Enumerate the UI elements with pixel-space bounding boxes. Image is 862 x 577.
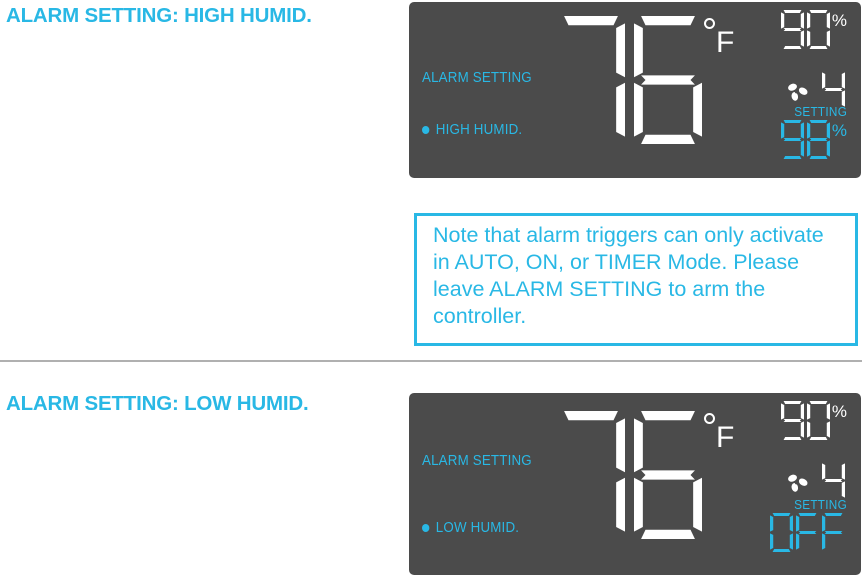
seg-digit bbox=[822, 70, 845, 109]
degree-symbol-icon bbox=[704, 18, 715, 29]
temperature-readout bbox=[557, 411, 702, 539]
setting-value-row: % bbox=[780, 120, 847, 164]
setting-value-digits bbox=[770, 513, 845, 557]
humidity-readout: % bbox=[780, 10, 847, 54]
section-divider bbox=[0, 360, 862, 362]
condition-label: HIGH HUMID. bbox=[435, 122, 523, 138]
bullet-dot-icon bbox=[422, 126, 430, 134]
bullet-dot-icon bbox=[422, 524, 430, 532]
page-root: ALARM SETTING: HIGH HUMID. ALARM SETTING… bbox=[0, 0, 862, 577]
seg-digit bbox=[806, 10, 830, 49]
seg-digit bbox=[780, 120, 804, 159]
lcd-display-high-humid: ALARM SETTING HIGH HUMID. F % SETTING % bbox=[409, 2, 861, 178]
temperature-readout bbox=[557, 16, 702, 144]
condition-indicator: HIGH HUMID. bbox=[422, 122, 522, 138]
setting-percent-sign: % bbox=[831, 121, 847, 140]
lcd-left-labels: ALARM SETTING LOW HUMID. bbox=[422, 393, 552, 575]
lcd-left-labels: ALARM SETTING HIGH HUMID. bbox=[422, 2, 552, 178]
alarm-setting-label: ALARM SETTING bbox=[422, 70, 532, 86]
seg-digit bbox=[557, 411, 625, 539]
humidity-readout: % bbox=[780, 401, 847, 445]
seg-digit bbox=[822, 513, 845, 552]
seg-digit bbox=[634, 411, 702, 539]
setting-readout: SETTING % bbox=[780, 105, 847, 164]
alarm-setting-label: ALARM SETTING bbox=[422, 453, 532, 469]
note-callout: Note that alarm triggers can only activa… bbox=[414, 213, 858, 346]
setting-caption: SETTING bbox=[794, 498, 847, 512]
setting-value-digits bbox=[780, 120, 830, 164]
seg-digit bbox=[557, 16, 625, 144]
seg-digit bbox=[780, 10, 804, 49]
seg-digit bbox=[634, 16, 702, 144]
seg-digit bbox=[796, 513, 819, 552]
temperature-digits bbox=[557, 411, 702, 539]
seg-digit bbox=[822, 461, 845, 500]
condition-label: LOW HUMID. bbox=[435, 520, 520, 536]
temperature-unit: F bbox=[704, 18, 750, 66]
humidity-percent-sign: % bbox=[831, 402, 847, 421]
humidity-digits bbox=[780, 401, 830, 445]
section-heading-high-humid: ALARM SETTING: HIGH HUMID. bbox=[6, 4, 312, 27]
seg-digit bbox=[806, 401, 830, 440]
condition-indicator: LOW HUMID. bbox=[422, 520, 519, 536]
fahrenheit-letter: F bbox=[716, 421, 735, 454]
fahrenheit-letter: F bbox=[716, 26, 735, 59]
section-heading-low-humid: ALARM SETTING: LOW HUMID. bbox=[6, 392, 309, 415]
temperature-digits bbox=[557, 16, 702, 144]
seg-digit bbox=[770, 513, 793, 552]
humidity-percent-sign: % bbox=[831, 11, 847, 30]
setting-value-row bbox=[770, 513, 847, 557]
setting-caption: SETTING bbox=[794, 105, 847, 119]
humidity-digits bbox=[780, 10, 830, 54]
setting-readout: SETTING bbox=[770, 498, 847, 557]
lcd-display-low-humid: ALARM SETTING LOW HUMID. F % SETTING bbox=[409, 393, 861, 575]
fan-icon bbox=[785, 471, 811, 495]
degree-symbol-icon bbox=[704, 413, 715, 424]
fan-icon bbox=[785, 80, 811, 104]
temperature-unit: F bbox=[704, 413, 750, 461]
note-text: Note that alarm triggers can only activa… bbox=[433, 223, 824, 328]
seg-digit bbox=[806, 120, 830, 159]
seg-digit bbox=[780, 401, 804, 440]
